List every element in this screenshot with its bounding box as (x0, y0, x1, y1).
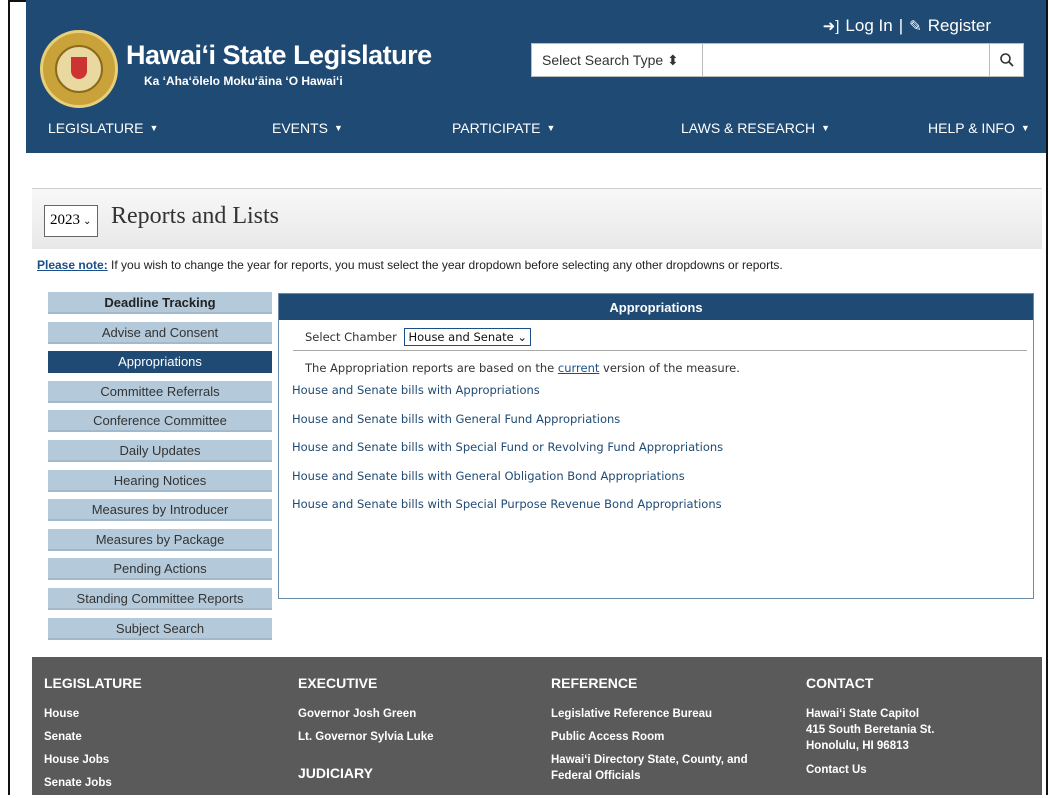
report-link[interactable]: House and Senate bills with Special Purp… (292, 497, 723, 526)
sidebar-item-hearing-notices[interactable]: Hearing Notices (48, 469, 272, 492)
footer-executive: EXECUTIVE Governor Josh Green Lt. Govern… (298, 675, 433, 781)
footer-link-par[interactable]: Public Access Room (551, 729, 771, 745)
nav-help-info[interactable]: HELP & INFO ▼ (928, 120, 1030, 136)
main-nav: LEGISLATURE ▼ EVENTS ▼ PARTICIPATE ▼ LAWS &… (26, 120, 1046, 142)
note-label: Please note: (37, 258, 108, 272)
footer-link-lrb[interactable]: Legislative Reference Bureau (551, 706, 771, 722)
chevron-down-icon: ▼ (1020, 123, 1030, 133)
state-seal-logo[interactable] (40, 30, 118, 108)
footer-link-senate-jobs[interactable]: Senate Jobs (44, 775, 142, 791)
appropriations-panel: Appropriations Select Chamber House and … (278, 293, 1034, 599)
footer-contact: CONTACT Hawaiʻi State Capitol 415 South … (806, 675, 1006, 785)
footer-link-contact-us[interactable]: Contact Us (806, 762, 1006, 778)
sidebar-item-appropriations[interactable]: Appropriations (48, 351, 272, 374)
footer-reference: REFERENCE Legislative Reference Bureau P… (551, 675, 771, 791)
footer-link-senate[interactable]: Senate (44, 729, 142, 745)
report-link[interactable]: House and Senate bills with Special Fund… (292, 440, 723, 469)
footer-heading: CONTACT (806, 675, 874, 691)
search-icon (999, 53, 1014, 67)
chamber-selector: Select Chamber House and Senate ⌄ (305, 328, 532, 346)
login-icon: ➜] (822, 18, 840, 35)
contact-address-line: 415 South Beretania St. (806, 724, 935, 736)
chevron-down-icon: ▼ (546, 123, 556, 133)
chevron-down-icon: ▼ (149, 123, 159, 133)
contact-address-line: Honolulu, HI 96813 (806, 740, 909, 752)
footer-legislature: LEGISLATURE House Senate House Jobs Sena… (44, 675, 142, 798)
sidebar-item-subject-search[interactable]: Subject Search (48, 617, 272, 640)
site-subtitle: Ka ʻAhaʻōlelo Mokuʻāina ʻO Hawaiʻi (144, 74, 343, 88)
sidebar-item-daily-updates[interactable]: Daily Updates (48, 439, 272, 462)
footer-heading: LEGISLATURE (44, 675, 142, 691)
search-button[interactable] (990, 43, 1024, 77)
sidebar-item-committee-referrals[interactable]: Committee Referrals (48, 380, 272, 403)
site-title[interactable]: Hawaiʻi State Legislature (126, 40, 432, 71)
report-links: House and Senate bills with Appropriatio… (292, 383, 723, 526)
sidebar-item-measures-by-package[interactable]: Measures by Package (48, 528, 272, 551)
nav-laws-research[interactable]: LAWS & RESEARCH ▼ (681, 120, 830, 136)
search-input[interactable] (703, 43, 990, 77)
chevron-down-icon: ▼ (821, 123, 830, 133)
site-header: Hawaiʻi State Legislature Ka ʻAhaʻōlelo … (26, 0, 1046, 153)
site-footer: LEGISLATURE House Senate House Jobs Sena… (32, 657, 1042, 795)
footer-link-house[interactable]: House (44, 706, 142, 722)
panel-description: The Appropriation reports are based on t… (305, 361, 740, 375)
chevron-down-icon: ▼ (334, 123, 343, 133)
sidebar-item-conference-committee[interactable]: Conference Committee (48, 410, 272, 433)
login-link[interactable]: Log In (845, 16, 892, 36)
chevron-down-icon: ⌄ (517, 330, 528, 344)
footer-link-directory[interactable]: Hawaiʻi Directory State, County, and Fed… (551, 752, 771, 784)
sidebar-item-deadline-tracking[interactable]: Deadline Tracking (48, 292, 272, 314)
year-note: Please note: If you wish to change the y… (37, 258, 783, 272)
register-link[interactable]: Register (928, 16, 991, 36)
edit-icon: ✎ (909, 18, 922, 35)
current-version-link[interactable]: current (558, 361, 600, 375)
nav-participate[interactable]: PARTICIPATE ▼ (452, 120, 555, 136)
chevron-down-icon: ⌄ (83, 216, 92, 227)
footer-link-house-jobs[interactable]: House Jobs (44, 752, 142, 768)
search-type-select[interactable]: Select Search Type ⬍ (531, 43, 703, 77)
sidebar-item-advise-consent[interactable]: Advise and Consent (48, 321, 272, 344)
footer-heading: REFERENCE (551, 675, 638, 691)
footer-heading: EXECUTIVE (298, 675, 378, 691)
footer-heading-judiciary: JUDICIARY (298, 765, 373, 781)
sidebar-item-measures-by-introducer[interactable]: Measures by Introducer (48, 499, 272, 522)
auth-separator: | (898, 16, 904, 35)
footer-link-governor[interactable]: Governor Josh Green (298, 706, 433, 722)
year-select[interactable]: 2023 ⌄ (44, 205, 98, 237)
nav-events[interactable]: EVENTS ▼ (272, 120, 343, 136)
sidebar-item-standing-committee-reports[interactable]: Standing Committee Reports (48, 587, 272, 610)
nav-legislature[interactable]: LEGISLATURE ▼ (48, 120, 158, 136)
search-bar: Select Search Type ⬍ (531, 43, 1024, 77)
contact-address-line: Hawaiʻi State Capitol (806, 708, 920, 720)
report-sidebar: Deadline Tracking Advise and Consent App… (48, 292, 272, 647)
chamber-select[interactable]: House and Senate ⌄ (404, 328, 532, 346)
report-link[interactable]: House and Senate bills with General Obli… (292, 469, 723, 498)
page-title: Reports and Lists (111, 203, 279, 229)
sidebar-item-pending-actions[interactable]: Pending Actions (48, 558, 272, 581)
footer-link-lt-governor[interactable]: Lt. Governor Sylvia Luke (298, 729, 433, 745)
divider (293, 350, 1027, 351)
report-link[interactable]: House and Senate bills with General Fund… (292, 412, 723, 441)
panel-title: Appropriations (279, 294, 1033, 320)
chamber-label: Select Chamber (305, 330, 397, 344)
report-link[interactable]: House and Senate bills with Appropriatio… (292, 383, 723, 412)
auth-links: ➜] Log In | ✎ Register (823, 16, 991, 36)
note-text: If you wish to change the year for repor… (107, 258, 783, 272)
